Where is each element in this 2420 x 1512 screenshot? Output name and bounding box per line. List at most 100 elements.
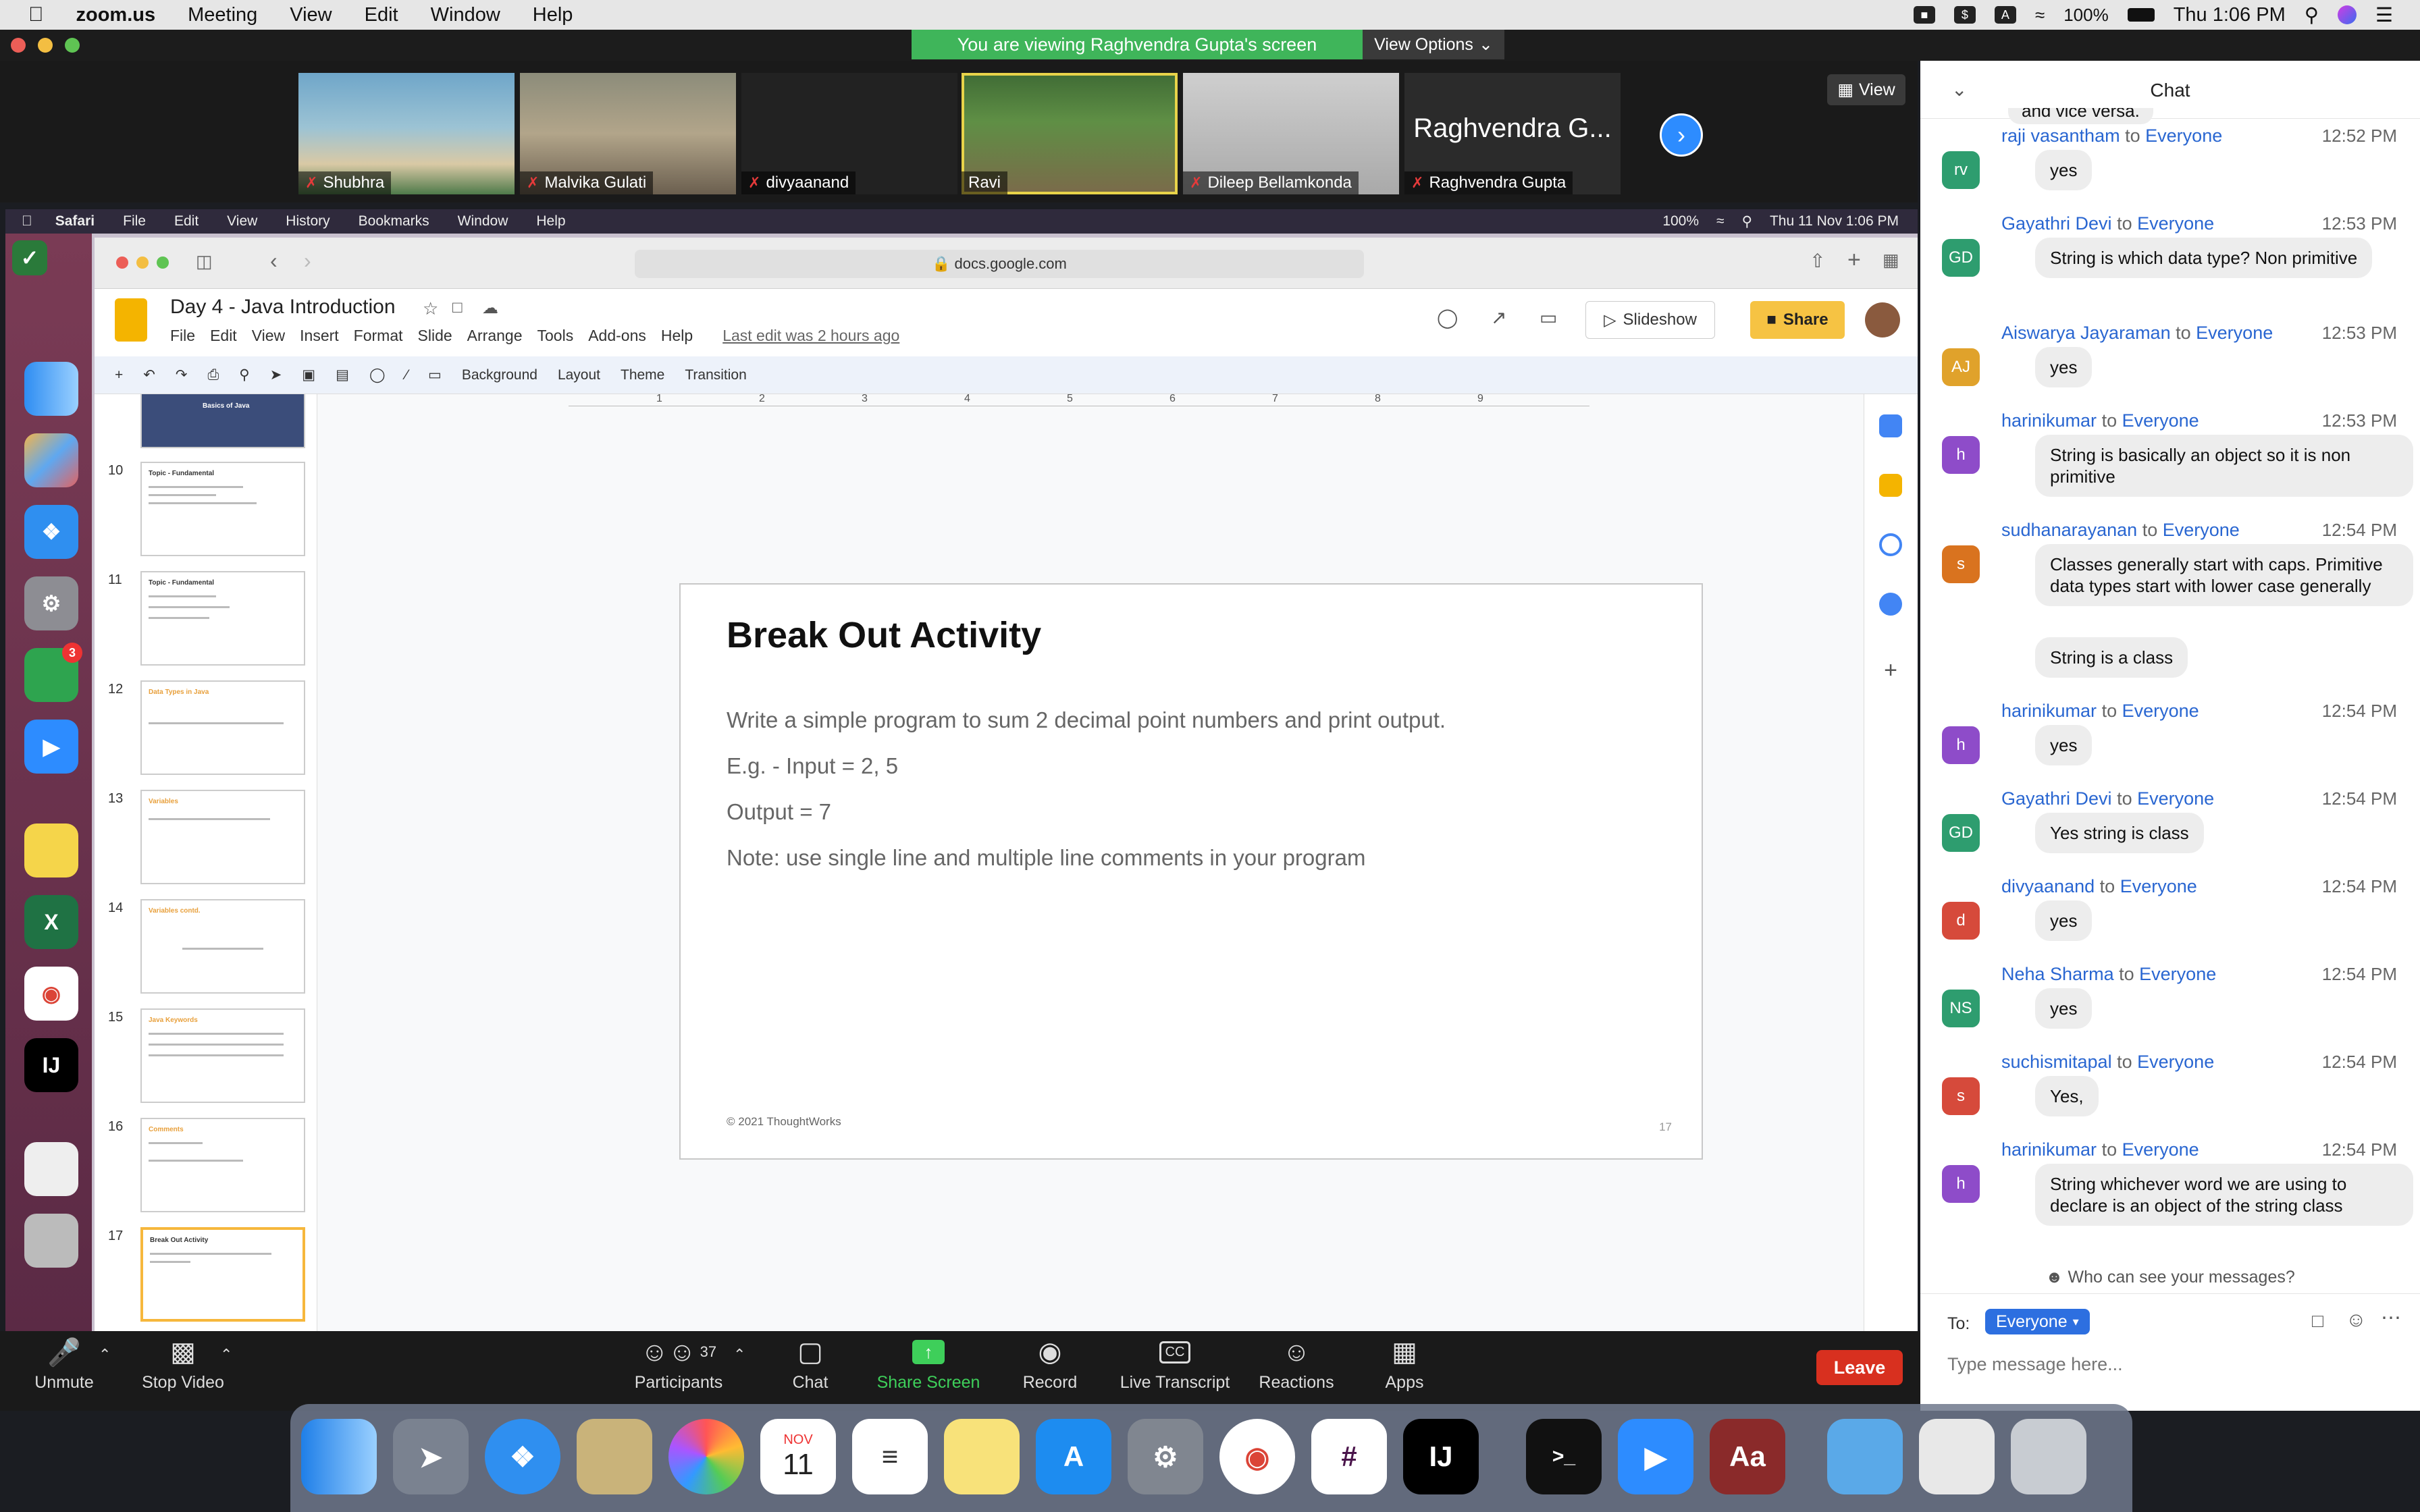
siri-icon[interactable] (2338, 5, 2357, 24)
record-button[interactable]: ◉ Record (1013, 1331, 1087, 1411)
spotlight-search-icon[interactable]: ⚲ (2305, 3, 2319, 27)
next-page-arrow-button[interactable]: › (1660, 113, 1703, 157)
message-sender[interactable]: Gayathri Devi to Everyone (2001, 213, 2214, 234)
chevron-up-icon[interactable]: ⌃ (99, 1346, 111, 1364)
message-bubble: yes (2035, 347, 2093, 387)
sender-target: Everyone (2196, 323, 2273, 343)
zoom-icon[interactable]: ▶ (1618, 1419, 1693, 1494)
message-sender[interactable]: suchismitapal to Everyone (2001, 1052, 2214, 1073)
message-bubble: yes (2035, 988, 2093, 1029)
slack-icon[interactable]: # (1311, 1419, 1387, 1494)
recipient-select[interactable]: Everyone ▾ (1985, 1309, 2090, 1334)
emoji-icon[interactable]: ☺ (2346, 1309, 2367, 1332)
shape-icon: ◯ (369, 367, 386, 383)
video-tile[interactable]: ✗ divyaanand (741, 73, 957, 194)
safari-icon[interactable]: ❖ (485, 1419, 560, 1494)
redo-icon: ↷ (175, 367, 188, 383)
view-options-button[interactable]: View Options ⌄ (1363, 30, 1504, 59)
slide-text-line: Output = 7 (727, 799, 832, 824)
message-sender[interactable]: Neha Sharma to Everyone (2001, 964, 2216, 985)
app-menu[interactable]: zoom.us (76, 4, 156, 26)
video-tile[interactable]: ✗ Shubhra (298, 73, 515, 194)
message-sender[interactable]: harinikumar to Everyone (2001, 1139, 2199, 1160)
message-sender[interactable]: sudhanarayanan to Everyone (2001, 520, 2240, 541)
calendar-icon[interactable]: NOV 11 (760, 1419, 836, 1494)
apple-icon[interactable]:  (28, 3, 44, 26)
message-sender[interactable]: divyaanand to Everyone (2001, 876, 2197, 897)
stop-video-button[interactable]: ▩ Stop Video (132, 1331, 234, 1411)
share-screen-button[interactable]: ↑ Share Screen (871, 1331, 986, 1411)
input-source-icon[interactable]: A (1994, 6, 2016, 24)
menu-edit[interactable]: Edit (365, 4, 398, 26)
menu-window[interactable]: Window (431, 4, 500, 26)
documents-stack-icon[interactable] (1919, 1419, 1995, 1494)
unmute-button[interactable]: 🎤 Unmute (20, 1331, 108, 1411)
terminal-icon[interactable]: >_ (1526, 1419, 1602, 1494)
view-layout-button[interactable]: ▦ View (1827, 74, 1905, 105)
system-preferences-icon[interactable]: ⚙ (1128, 1419, 1203, 1494)
zoom-status-icon[interactable]: ■ (1913, 6, 1935, 24)
launchpad-icon[interactable]: ➤ (393, 1419, 469, 1494)
calendar-icon (1879, 414, 1902, 437)
notes-icon[interactable] (944, 1419, 1020, 1494)
thumb-number: 10 (108, 463, 124, 478)
chevron-up-icon[interactable]: ⌃ (733, 1346, 745, 1364)
ruler-tick: 5 (1067, 393, 1073, 404)
participant-name: divyaanand (766, 173, 849, 192)
avatar: d (1942, 902, 1980, 940)
video-tile[interactable]: ✗ Malvika Gulati (520, 73, 736, 194)
document-title: Day 4 - Java Introduction (170, 296, 396, 318)
window-zoom-button[interactable] (65, 38, 80, 53)
dictionary-icon[interactable]: Aa (1710, 1419, 1785, 1494)
participants-button[interactable]: ☺☺ 37 Participants (628, 1331, 729, 1411)
message-sender[interactable]: Gayathri Devi to Everyone (2001, 788, 2214, 809)
finder-icon[interactable] (301, 1419, 377, 1494)
window-minimize-button[interactable] (38, 38, 53, 53)
leave-meeting-button[interactable]: Leave (1816, 1350, 1903, 1385)
horizontal-ruler: 1 2 3 4 5 6 7 8 9 (569, 393, 1589, 406)
chrome-icon[interactable]: ◉ (1219, 1419, 1295, 1494)
app-store-icon[interactable]: A (1036, 1419, 1111, 1494)
chevron-up-icon[interactable]: ⌃ (220, 1346, 232, 1364)
message-sender[interactable]: harinikumar to Everyone (2001, 701, 2199, 722)
who-can-see-link[interactable]: ☻ Who can see your messages? (1920, 1268, 2420, 1287)
control-center-icon[interactable]: ☰ (2375, 3, 2393, 27)
video-tile[interactable]: ✗ Dileep Bellamkonda (1183, 73, 1399, 194)
photos-icon[interactable] (668, 1419, 744, 1494)
avatar: h (1942, 726, 1980, 764)
wifi-icon[interactable]: ≈ (2035, 5, 2045, 26)
menu-view[interactable]: View (290, 4, 332, 26)
mail-stamp-icon[interactable] (577, 1419, 652, 1494)
message-sender[interactable]: raji vasantham to Everyone (2001, 126, 2222, 146)
participant-name: Dileep Bellamkonda (1207, 173, 1352, 192)
live-transcript-button[interactable]: CC Live Transcript (1107, 1331, 1242, 1411)
video-tile-active-speaker[interactable]: Ravi (962, 73, 1178, 194)
reminders-icon[interactable]: ≡ (852, 1419, 928, 1494)
message-sender[interactable]: Aiswarya Jayaraman to Everyone (2001, 323, 2273, 344)
slides-logo-icon (115, 298, 147, 342)
who-can-see-label: Who can see your messages? (2068, 1268, 2295, 1287)
clock[interactable]: Thu 1:06 PM (2174, 4, 2286, 26)
dollar-icon[interactable]: $ (1953, 6, 1976, 24)
reactions-button[interactable]: ☺ Reactions (1256, 1331, 1337, 1411)
message-sender[interactable]: harinikumar to Everyone (2001, 410, 2199, 431)
file-icon[interactable]: □ (2312, 1310, 2323, 1332)
video-tile[interactable]: Raghvendra G... ✗ Raghvendra Gupta (1404, 73, 1621, 194)
menu-meeting[interactable]: Meeting (188, 4, 257, 26)
window-close-button[interactable] (11, 38, 26, 53)
more-icon[interactable]: ⋯ (2381, 1306, 2401, 1330)
star-icon: ☆ (423, 298, 439, 319)
badge-count: 3 (62, 643, 82, 663)
chat-message-input[interactable] (1947, 1348, 2393, 1380)
menu-help[interactable]: Help (533, 4, 573, 26)
trash-icon[interactable] (2011, 1419, 2086, 1494)
apps-button[interactable]: ▦ Apps (1371, 1331, 1438, 1411)
intellij-icon[interactable]: IJ (1403, 1419, 1479, 1494)
downloads-folder-icon[interactable] (1827, 1419, 1903, 1494)
shared-dock: ✓ ❖ ⚙ 3 ▶ X ◉ IJ (5, 234, 92, 1332)
chat-button[interactable]: ▢ Chat (777, 1331, 844, 1411)
chevron-right-icon: › (1677, 121, 1685, 148)
sender-target: Everyone (2122, 1139, 2199, 1160)
battery-icon[interactable] (2127, 8, 2155, 22)
slides-menu-insert: Insert (300, 327, 339, 344)
